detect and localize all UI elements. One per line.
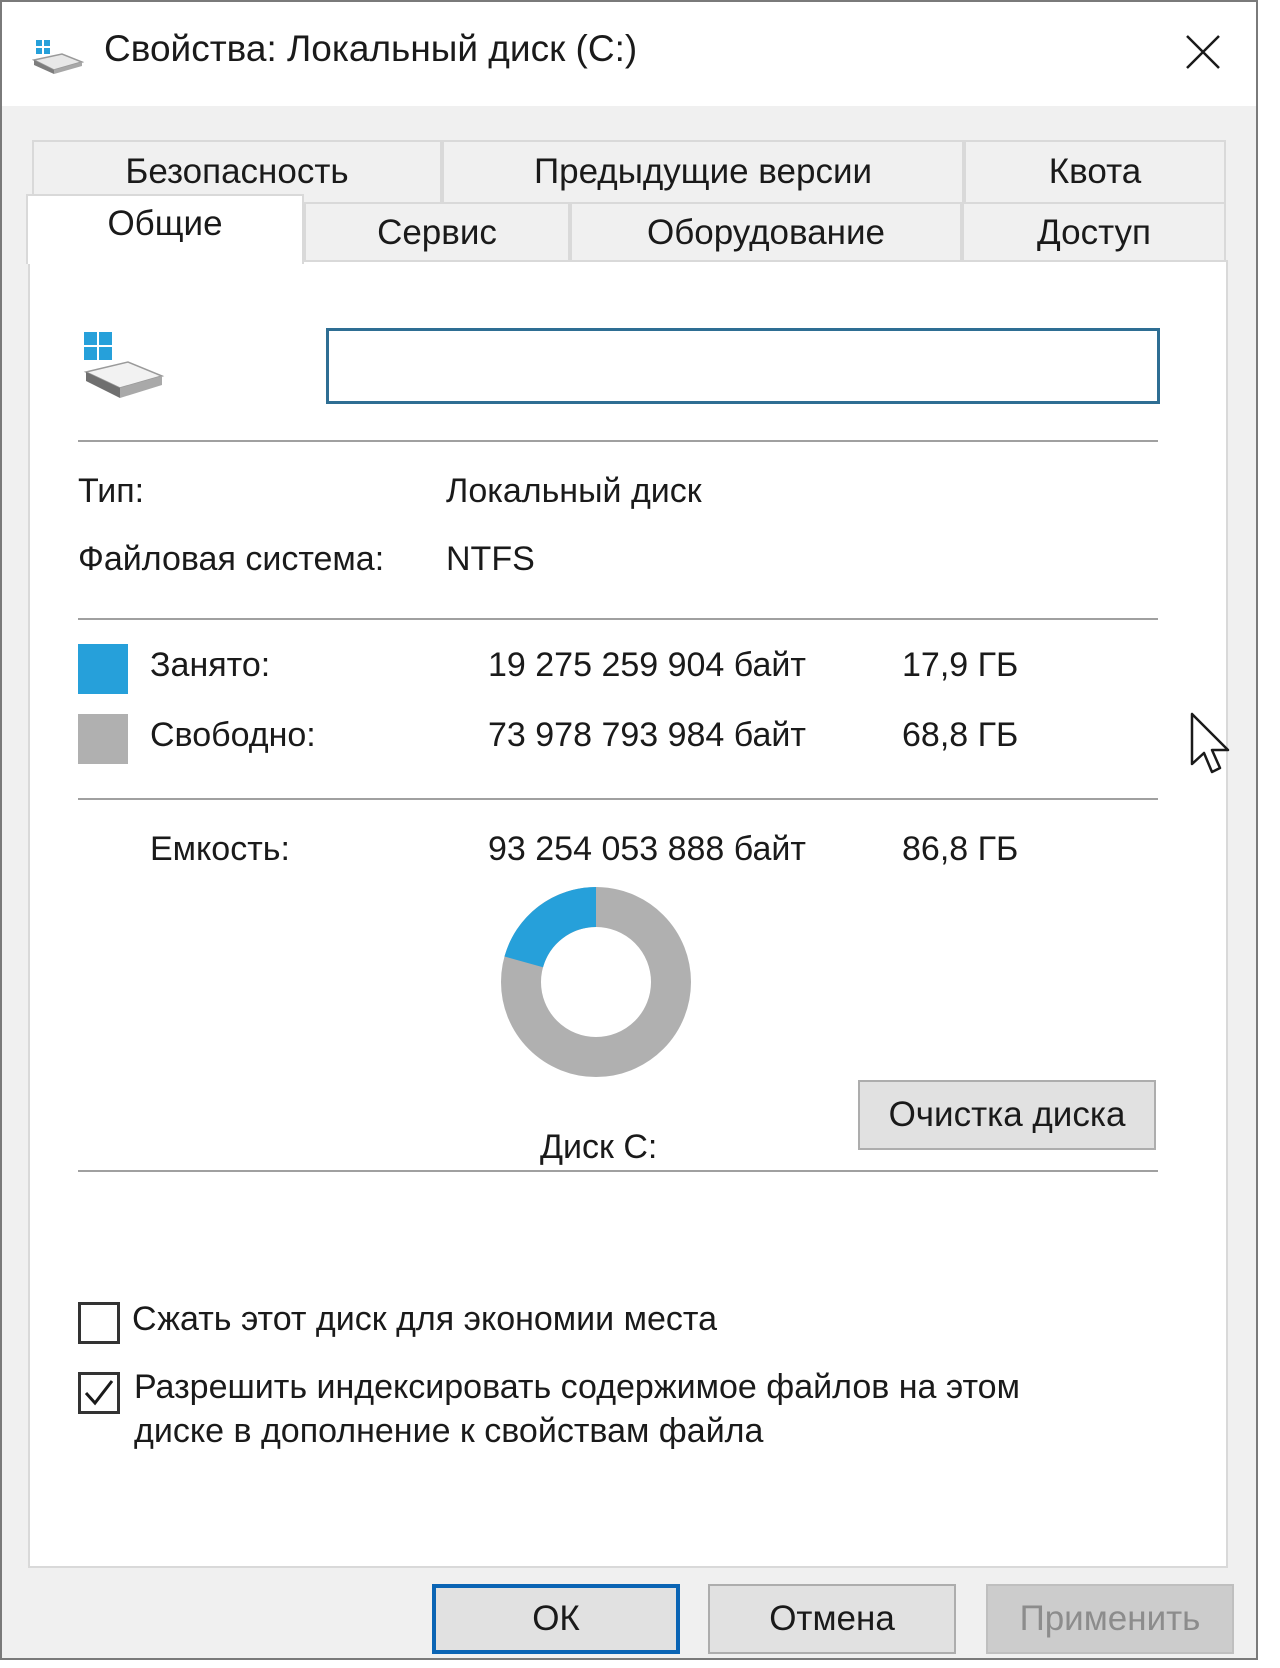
mouse-pointer-icon bbox=[1190, 712, 1230, 774]
tab-general[interactable]: Общие bbox=[26, 194, 304, 264]
capacity-bytes: 93 254 053 888 байт bbox=[488, 830, 806, 868]
window-title: Свойства: Локальный диск (C:) bbox=[104, 28, 638, 69]
type-value: Локальный диск bbox=[446, 472, 702, 510]
separator bbox=[78, 440, 1158, 442]
type-label: Тип: bbox=[78, 472, 145, 510]
general-tab-panel: Тип: Локальный диск Файловая система: NT… bbox=[28, 260, 1228, 1568]
free-size: 68,8 ГБ bbox=[902, 716, 1019, 754]
filesystem-label: Файловая система: bbox=[78, 540, 385, 578]
ok-button[interactable]: ОК bbox=[432, 1584, 680, 1654]
index-checkbox[interactable] bbox=[78, 1372, 120, 1414]
used-label: Занято: bbox=[150, 646, 271, 684]
tab-quota[interactable]: Квота bbox=[964, 140, 1226, 202]
separator bbox=[78, 1170, 1158, 1172]
checkmark-icon bbox=[84, 1380, 114, 1406]
capacity-label: Емкость: bbox=[150, 830, 290, 868]
tab-service[interactable]: Сервис bbox=[304, 202, 570, 262]
separator bbox=[78, 798, 1158, 800]
free-label: Свободно: bbox=[150, 716, 316, 754]
windows-drive-icon bbox=[83, 332, 165, 398]
disk-cleanup-button[interactable]: Очистка диска bbox=[858, 1080, 1156, 1150]
separator bbox=[78, 618, 1158, 620]
capacity-size: 86,8 ГБ bbox=[902, 830, 1019, 868]
index-label-line1: Разрешить индексировать содержимое файло… bbox=[134, 1368, 1020, 1406]
compress-checkbox[interactable] bbox=[78, 1302, 120, 1344]
tab-security[interactable]: Безопасность bbox=[32, 140, 442, 202]
used-size: 17,9 ГБ bbox=[902, 646, 1019, 684]
index-label-line2: диске в дополнение к свойствам файла bbox=[134, 1412, 764, 1450]
disk-usage-donut bbox=[501, 887, 691, 1077]
donut-used-arc bbox=[504, 887, 597, 969]
properties-window: Свойства: Локальный диск (C:) Безопаснос… bbox=[0, 0, 1258, 1660]
free-bytes: 73 978 793 984 байт bbox=[488, 716, 806, 754]
close-button[interactable] bbox=[1177, 26, 1229, 78]
filesystem-value: NTFS bbox=[446, 540, 535, 578]
title-bar: Свойства: Локальный диск (C:) bbox=[2, 2, 1256, 106]
tab-hardware[interactable]: Оборудование bbox=[570, 202, 962, 262]
disk-label: Диск C: bbox=[540, 1128, 658, 1166]
compress-label: Сжать этот диск для экономии места bbox=[132, 1300, 717, 1338]
tab-sharing[interactable]: Доступ bbox=[962, 202, 1226, 262]
drive-icon bbox=[32, 40, 84, 74]
free-space-swatch bbox=[78, 714, 128, 764]
cancel-button[interactable]: Отмена bbox=[708, 1584, 956, 1654]
used-bytes: 19 275 259 904 байт bbox=[488, 646, 806, 684]
close-icon bbox=[1186, 35, 1220, 69]
used-space-swatch bbox=[78, 644, 128, 694]
drive-name-input[interactable] bbox=[326, 328, 1160, 404]
apply-button[interactable]: Применить bbox=[986, 1584, 1234, 1654]
tab-previous-versions[interactable]: Предыдущие версии bbox=[442, 140, 964, 202]
